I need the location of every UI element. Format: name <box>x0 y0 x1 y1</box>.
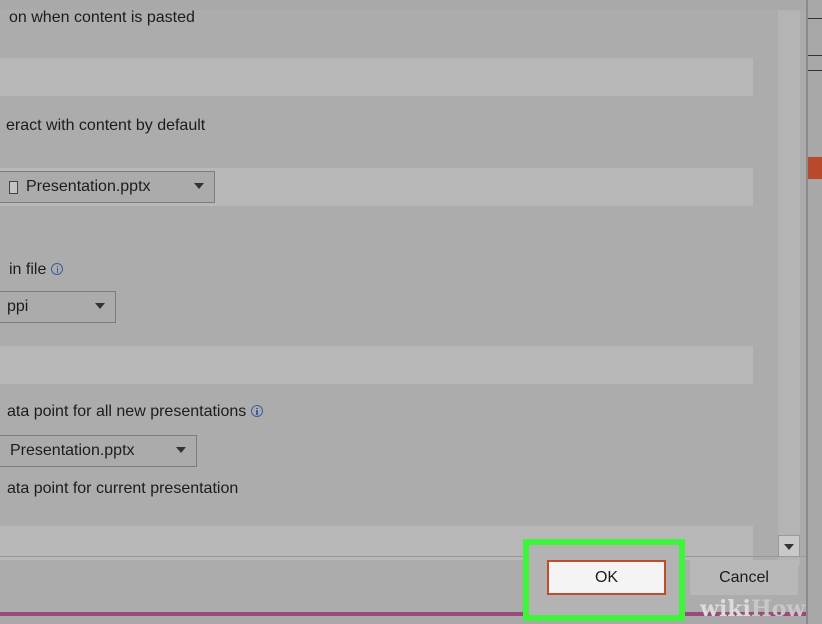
background-window-edge <box>806 0 822 624</box>
resolution-dropdown[interactable]: ppi <box>0 291 116 323</box>
vertical-scrollbar[interactable] <box>778 10 800 566</box>
watermark-logo: wikiHow <box>700 596 805 622</box>
section-header <box>0 58 753 96</box>
watermark-part1: wiki <box>700 596 751 622</box>
info-icon[interactable] <box>51 263 64 275</box>
footer-divider <box>0 556 806 557</box>
cancel-button[interactable]: Cancel <box>690 560 798 595</box>
background-window-line <box>808 55 822 56</box>
ok-button[interactable]: OK <box>547 560 666 595</box>
interact-default-text: eract with content by default <box>6 117 206 134</box>
file-selector-dropdown-1[interactable]: Presentation.pptx <box>0 171 215 203</box>
info-icon[interactable] <box>251 405 264 417</box>
section-header <box>0 346 753 384</box>
image-size-label-text: in file <box>9 261 47 278</box>
watermark-part2: How <box>750 596 806 622</box>
scroll-down-icon[interactable] <box>778 535 800 557</box>
window-border <box>0 612 810 616</box>
data-point-all-text: ata point for all new presentations <box>7 403 247 420</box>
file-selector-1-value: Presentation.pptx <box>26 178 151 195</box>
file-selector-2-value: Presentation.pptx <box>10 442 135 459</box>
options-dialog: on when content is pasted eract with con… <box>0 10 806 616</box>
background-window-line <box>808 70 822 71</box>
chevron-down-icon <box>95 303 105 309</box>
data-point-current-text: ata point for current presentation <box>7 480 239 497</box>
background-window-line <box>808 18 822 19</box>
chevron-down-icon <box>194 183 204 189</box>
resolution-value: ppi <box>7 298 29 315</box>
chevron-down-icon <box>176 447 186 453</box>
image-size-label: in file <box>9 261 64 279</box>
paste-option-text: on when content is pasted <box>9 10 195 26</box>
data-point-all-label: ata point for all new presentations <box>7 403 264 421</box>
file-selector-dropdown-2[interactable]: Presentation.pptx <box>0 435 197 467</box>
background-window-accent <box>808 157 822 179</box>
document-icon <box>9 180 18 194</box>
